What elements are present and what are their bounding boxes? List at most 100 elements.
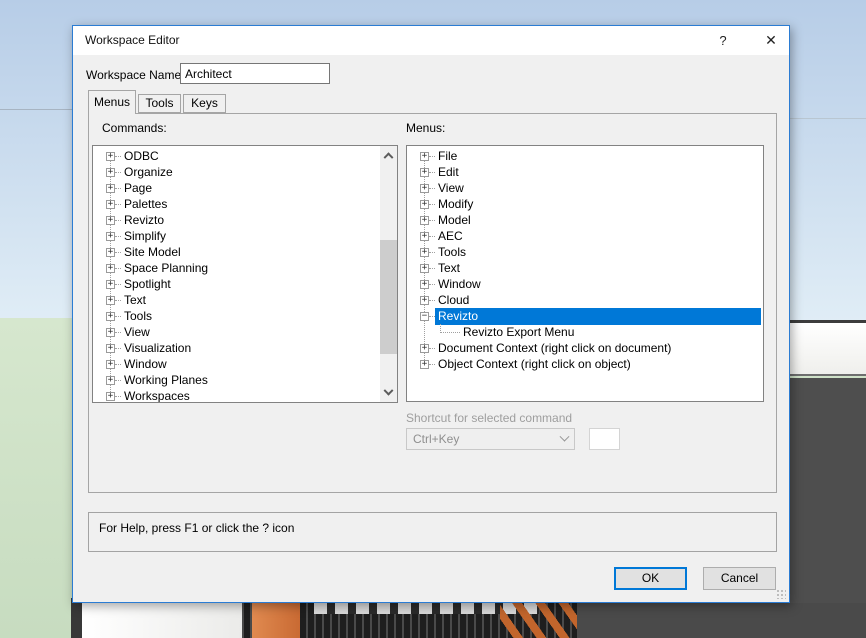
tree-item-label[interactable]: Object Context (right click on object) <box>435 356 634 373</box>
tree-item[interactable]: + Model <box>407 212 761 228</box>
tree-item-label[interactable]: Site Model <box>121 244 184 261</box>
expand-plus-icon[interactable]: + <box>106 328 115 337</box>
expand-plus-icon[interactable]: + <box>106 168 115 177</box>
tree-item[interactable]: Revizto Export Menu <box>407 324 761 340</box>
tree-item[interactable]: + Spotlight <box>93 276 379 292</box>
tree-item-label[interactable]: View <box>435 180 467 197</box>
tree-item-label[interactable]: Edit <box>435 164 462 181</box>
expand-plus-icon[interactable]: + <box>106 248 115 257</box>
tree-item-label[interactable]: Text <box>435 260 463 277</box>
expand-plus-icon[interactable]: + <box>106 360 115 369</box>
tree-item[interactable]: + Workspaces <box>93 388 379 403</box>
tree-item-label[interactable]: Space Planning <box>121 260 211 277</box>
expand-plus-icon[interactable]: + <box>106 216 115 225</box>
scroll-up-icon[interactable] <box>380 146 397 163</box>
tree-item[interactable]: + Working Planes <box>93 372 379 388</box>
title-bar[interactable]: Workspace Editor ? ✕ <box>73 26 789 55</box>
tree-item[interactable]: + Edit <box>407 164 761 180</box>
expand-plus-icon[interactable]: + <box>420 264 429 273</box>
tree-item-label[interactable]: Window <box>121 356 170 373</box>
tree-item[interactable]: +Tools <box>407 244 761 260</box>
tree-item-label[interactable]: Tools <box>121 308 155 325</box>
expand-plus-icon[interactable]: + <box>106 232 115 241</box>
expand-plus-icon[interactable]: + <box>106 184 115 193</box>
help-icon[interactable]: ? <box>707 26 739 55</box>
expand-plus-icon[interactable]: + <box>420 360 429 369</box>
expand-plus-icon[interactable]: + <box>106 152 115 161</box>
tree-item[interactable]: + Cloud <box>407 292 761 308</box>
cancel-button[interactable]: Cancel <box>703 567 776 590</box>
tree-item[interactable]: + Revizto <box>93 212 379 228</box>
tree-item[interactable]: + Text <box>93 292 379 308</box>
tree-item-label[interactable]: Simplify <box>121 228 169 245</box>
tree-item[interactable]: + Modify <box>407 196 761 212</box>
tree-item-label[interactable]: Revizto Export Menu <box>460 324 577 341</box>
tree-item-label[interactable]: Text <box>121 292 149 309</box>
expand-plus-icon[interactable]: + <box>420 168 429 177</box>
expand-plus-icon[interactable]: + <box>420 216 429 225</box>
expand-plus-icon[interactable]: + <box>106 392 115 401</box>
expand-plus-icon[interactable]: + <box>106 344 115 353</box>
tree-item-label[interactable]: Working Planes <box>121 372 211 389</box>
scrollbar-thumb[interactable] <box>380 240 397 354</box>
tree-item[interactable]: + ODBC <box>93 148 379 164</box>
tree-item[interactable]: + Document Context (right click on docume… <box>407 340 761 356</box>
tree-item[interactable]: + Organize <box>93 164 379 180</box>
tree-item-label[interactable]: Revizto <box>121 212 167 229</box>
tree-item[interactable]: + Window <box>407 276 761 292</box>
tree-item-label[interactable]: Organize <box>121 164 176 181</box>
resize-grip-icon[interactable] <box>776 589 786 599</box>
tree-item[interactable]: + AEC <box>407 228 761 244</box>
tree-item[interactable]: +Tools <box>93 308 379 324</box>
expand-plus-icon[interactable]: + <box>420 152 429 161</box>
tree-item-label[interactable]: AEC <box>435 228 466 245</box>
expand-plus-icon[interactable]: + <box>420 184 429 193</box>
tree-item[interactable]: + Site Model <box>93 244 379 260</box>
tree-item-label[interactable]: Cloud <box>435 292 472 309</box>
tree-item-label[interactable]: Visualization <box>121 340 194 357</box>
tree-item[interactable]: + View <box>407 180 761 196</box>
tree-item-label[interactable]: Workspaces <box>121 388 193 404</box>
expand-plus-icon[interactable]: + <box>420 200 429 209</box>
scroll-down-icon[interactable] <box>380 385 397 402</box>
tab-menus[interactable]: Menus <box>88 90 136 114</box>
collapse-minus-icon[interactable]: − <box>420 312 429 321</box>
workspace-name-input[interactable] <box>180 63 330 84</box>
tree-item-label[interactable]: File <box>435 148 460 165</box>
expand-plus-icon[interactable]: + <box>420 344 429 353</box>
expand-plus-icon[interactable]: + <box>106 376 115 385</box>
expand-plus-icon[interactable]: + <box>420 296 429 305</box>
tree-item-label[interactable]: Modify <box>435 196 476 213</box>
expand-plus-icon[interactable]: + <box>106 280 115 289</box>
menus-tree[interactable]: +File+Edit+View+Modify+Model+AEC+Tools+T… <box>406 145 764 402</box>
tab-tools[interactable]: Tools <box>138 94 181 113</box>
tree-item[interactable]: + Object Context (right click on object) <box>407 356 761 372</box>
expand-plus-icon[interactable]: + <box>420 232 429 241</box>
tree-item-label[interactable]: Spotlight <box>121 276 174 293</box>
tree-item[interactable]: + File <box>407 148 761 164</box>
commands-scrollbar[interactable] <box>380 146 397 402</box>
expand-plus-icon[interactable]: + <box>420 248 429 257</box>
tree-item-label[interactable]: Page <box>121 180 155 197</box>
tree-item[interactable]: + Page <box>93 180 379 196</box>
tree-item[interactable]: −Revizto <box>407 308 761 324</box>
tree-item-label[interactable]: ODBC <box>121 148 162 165</box>
expand-plus-icon[interactable]: + <box>420 280 429 289</box>
tree-item-label[interactable]: View <box>121 324 153 341</box>
close-icon[interactable]: ✕ <box>755 26 787 55</box>
commands-tree[interactable]: +ODBC+Organize+Page+Palettes+Revizto+Sim… <box>92 145 398 403</box>
ok-button[interactable]: OK <box>614 567 687 590</box>
tree-item-label[interactable]: Window <box>435 276 484 293</box>
tree-item[interactable]: + Space Planning <box>93 260 379 276</box>
tree-item[interactable]: +Palettes <box>93 196 379 212</box>
tab-keys[interactable]: Keys <box>183 94 226 113</box>
shortcut-modifier-dropdown[interactable]: Ctrl+Key <box>406 428 575 450</box>
tree-item-label[interactable]: Document Context (right click on documen… <box>435 340 674 357</box>
expand-plus-icon[interactable]: + <box>106 264 115 273</box>
tree-item[interactable]: + Visualization <box>93 340 379 356</box>
shortcut-key-input[interactable] <box>589 428 620 450</box>
expand-plus-icon[interactable]: + <box>106 296 115 305</box>
tree-item-label[interactable]: Model <box>435 212 474 229</box>
tree-item[interactable]: + Text <box>407 260 761 276</box>
expand-plus-icon[interactable]: + <box>106 200 115 209</box>
